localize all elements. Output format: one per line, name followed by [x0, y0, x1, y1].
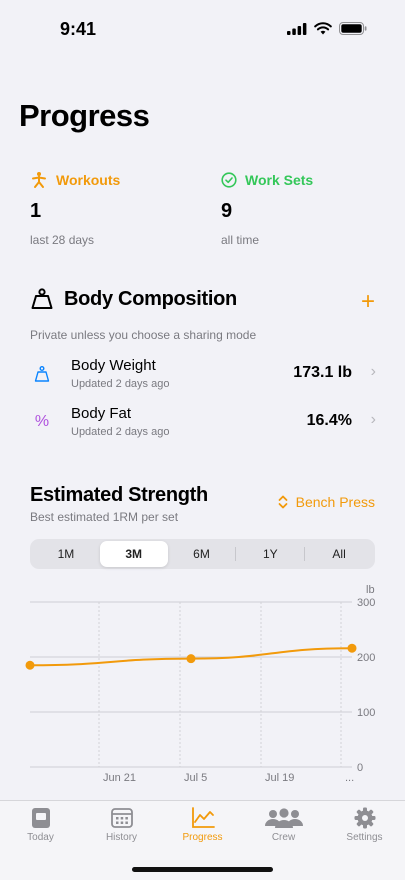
exercise-picker[interactable]: Bench Press: [278, 494, 375, 510]
chevron-up-down-icon: [278, 495, 288, 509]
work-sets-label: Work Sets: [245, 172, 314, 188]
work-sets-value: 9: [221, 200, 233, 222]
work-sets-period: all time: [221, 233, 260, 247]
status-time: 9:41: [60, 19, 97, 39]
body-composition-header: Body Composition: [30, 287, 237, 311]
body-fat-row[interactable]: % Body Fat Updated 2 days ago 16.4% ›: [30, 405, 380, 445]
tab-settings-label: Settings: [346, 832, 383, 843]
chevron-right-icon: ›: [370, 411, 376, 428]
status-bar: 9:41: [0, 0, 405, 60]
strength-subtitle: Best estimated 1RM per set: [30, 510, 179, 524]
body-weight-label: Body Weight: [71, 357, 156, 374]
work-sets-stat: Work Sets 9 all time: [221, 170, 313, 247]
body-fat-updated: Updated 2 days ago: [71, 426, 170, 438]
home-indicator: [132, 867, 273, 872]
tab-bar: Today History Progress Crew Settings: [0, 800, 405, 880]
tab-history[interactable]: History: [81, 807, 162, 843]
body-fat-label: Body Fat: [71, 405, 132, 422]
tab-today[interactable]: Today: [0, 807, 81, 843]
status-icons: [287, 22, 367, 35]
range-1y[interactable]: 1Y: [236, 541, 304, 567]
range-3m[interactable]: 3M: [99, 541, 168, 567]
tab-crew[interactable]: Crew: [243, 807, 324, 843]
range-all[interactable]: All: [305, 541, 373, 567]
data-point: [186, 654, 196, 664]
percent-icon: %: [34, 413, 50, 430]
x-tick-label: Jul 5: [184, 772, 207, 784]
today-icon: [31, 808, 50, 828]
body-composition-subtitle: Private unless you choose a sharing mode: [30, 328, 257, 342]
workouts-value: 1: [30, 200, 42, 222]
people-icon: [264, 808, 303, 828]
strength-header: Estimated Strength: [30, 484, 208, 507]
body-fat-value: 16.4%: [306, 412, 352, 429]
calendar-icon: [110, 808, 133, 828]
body-weight-row[interactable]: Body Weight Updated 2 days ago 173.1 lb …: [30, 357, 380, 397]
tab-crew-label: Crew: [271, 832, 296, 843]
page-title: Progress: [19, 98, 150, 133]
y-tick-label: 100: [357, 707, 375, 719]
exercise-picker-label: Bench Press: [295, 494, 375, 510]
range-6m[interactable]: 6M: [168, 541, 236, 567]
tab-settings[interactable]: Settings: [324, 807, 405, 843]
x-tick-label: ...: [345, 772, 354, 784]
workouts-stat: Workouts 1 last 28 days: [30, 170, 120, 247]
x-tick-label: Jun 21: [103, 772, 136, 784]
strength-chart: 0 100 200 300lb Jun 21 Jul 5 Jul 19...: [25, 584, 375, 784]
cellular-signal-icon: [287, 22, 307, 35]
y-tick-label: 200: [357, 652, 375, 664]
range-segmented-control: 1M 3M 6M 1Y All: [30, 539, 375, 569]
add-measurement-button[interactable]: +: [361, 288, 375, 316]
data-point: [25, 660, 35, 670]
strength-title: Estimated Strength: [30, 484, 208, 506]
y-axis-unit: lb: [366, 584, 375, 596]
data-point: [347, 643, 357, 653]
workouts-period: last 28 days: [30, 233, 95, 247]
body-composition-title: Body Composition: [64, 287, 237, 310]
tab-progress-label: Progress: [182, 832, 223, 843]
x-tick-label: Jul 19: [265, 772, 294, 784]
tab-today-label: Today: [27, 832, 54, 843]
checkmark-circle-icon: [221, 172, 237, 188]
body-weight-value: 173.1 lb: [293, 364, 352, 381]
figure-run-icon: [32, 172, 46, 188]
y-tick-label: 0: [357, 762, 363, 774]
scale-weight-icon: [31, 288, 53, 309]
y-tick-label: 300: [357, 597, 375, 609]
range-1m[interactable]: 1M: [32, 541, 100, 567]
body-weight-updated: Updated 2 days ago: [71, 378, 170, 390]
battery-icon: [339, 22, 367, 35]
wifi-icon: [314, 22, 332, 35]
tab-history-label: History: [105, 832, 138, 843]
workouts-label: Workouts: [56, 172, 121, 188]
chevron-right-icon: ›: [370, 363, 376, 380]
scale-icon: [34, 366, 50, 382]
gear-icon: [354, 807, 375, 829]
chart-line-icon: [191, 807, 215, 828]
tab-progress[interactable]: Progress: [162, 807, 243, 843]
